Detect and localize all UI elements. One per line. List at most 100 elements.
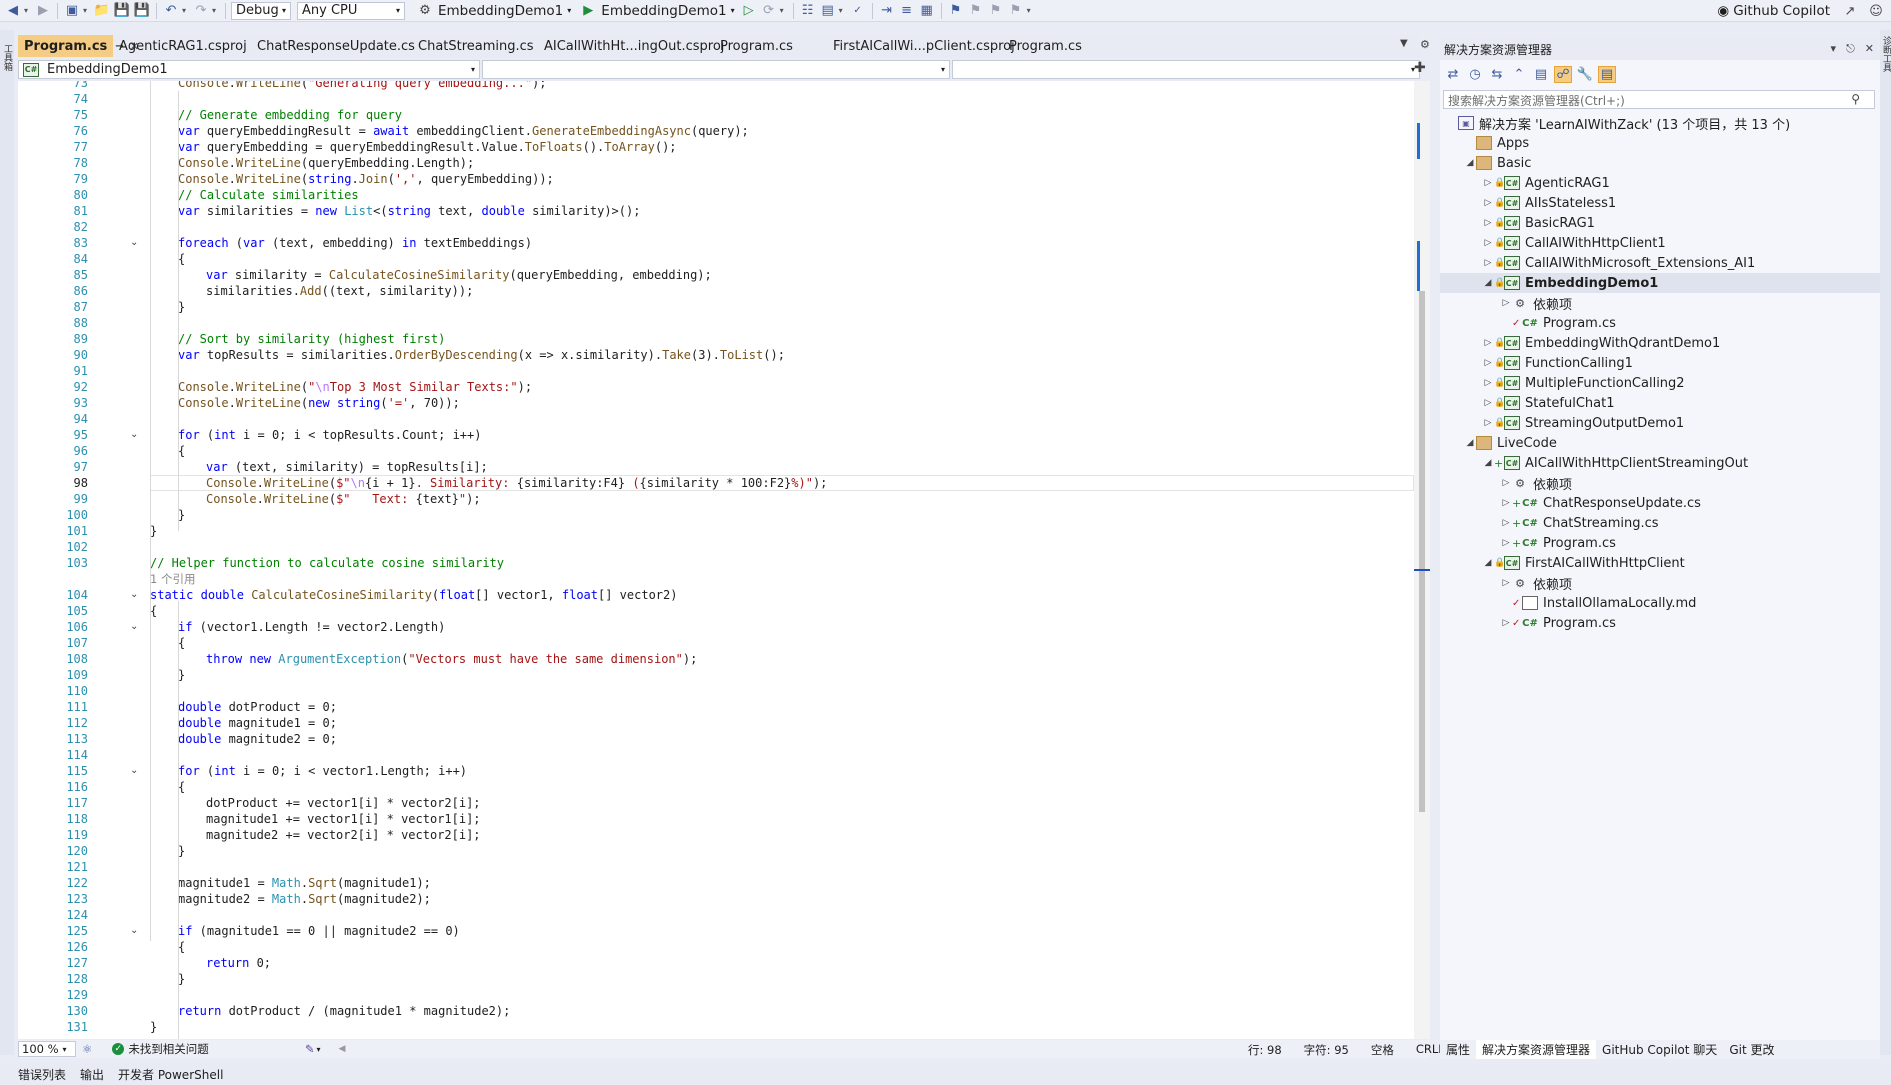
code-line[interactable]: 86 similarities.Add((text, similarity)); xyxy=(18,283,1414,299)
collapsed-icon[interactable]: ▷ xyxy=(1500,538,1512,548)
prev-bookmark-icon[interactable]: ⚑ xyxy=(967,2,985,20)
tree-node[interactable]: ▷ 🔒 C# CallAIWithHttpClient1 xyxy=(1440,233,1880,253)
expanded-icon[interactable]: ◢ xyxy=(1464,438,1476,448)
start-debugging-button[interactable]: ▶ EmbeddingDemo1 ▾ xyxy=(576,2,737,20)
code-line[interactable]: 83 ⌄ foreach (var (text, embedding) in tex… xyxy=(18,235,1414,251)
comment-icon[interactable]: ▦ xyxy=(918,2,936,20)
code-line[interactable]: 77 var queryEmbedding = queryEmbeddingRes… xyxy=(18,139,1414,155)
search-icon[interactable]: ⚲ xyxy=(1851,92,1860,106)
collapsed-icon[interactable]: ▷ xyxy=(1500,478,1512,488)
code-line[interactable]: 114 xyxy=(18,747,1414,763)
code-line[interactable]: 95 ⌄ for (int i = 0; i < topResults.Count;… xyxy=(18,427,1414,443)
back-icon[interactable]: ◀ xyxy=(4,2,22,20)
solution-config-select[interactable]: Debug ▾ xyxy=(231,1,291,20)
editor-tab[interactable]: ChatResponseUpdate.cs xyxy=(251,35,415,57)
spell-check-icon[interactable]: ✓ xyxy=(849,2,867,20)
tree-node[interactable]: ▷ + C# ChatStreaming.cs xyxy=(1440,513,1880,533)
fold-toggle-icon[interactable]: ⌄ xyxy=(130,587,138,603)
codelens-references[interactable]: 1 个引用 xyxy=(150,572,195,586)
code-line[interactable]: 125 ⌄ if (magnitude1 == 0 || magnitude2 ==… xyxy=(18,923,1414,939)
editor-vertical-scrollbar[interactable] xyxy=(1414,81,1430,1039)
code-line[interactable]: 112 double magnitude1 = 0; xyxy=(18,715,1414,731)
collapsed-icon[interactable]: ▷ xyxy=(1482,418,1494,428)
redo-dropdown-icon[interactable]: ▾ xyxy=(212,6,220,15)
tab-settings-icon[interactable]: ⚙ xyxy=(1420,38,1430,51)
hscroll-left-icon[interactable]: ◀ xyxy=(338,1044,345,1054)
code-line[interactable]: 99 Console.WriteLine($" Text: {text}"); xyxy=(18,491,1414,507)
format-icon[interactable]: ≡ xyxy=(898,2,916,20)
properties-icon[interactable]: 🔧 xyxy=(1576,67,1594,82)
code-line[interactable]: 79 Console.WriteLine(string.Join(',', que… xyxy=(18,171,1414,187)
code-editor[interactable]: 73 Console.WriteLine("Generating query em… xyxy=(18,81,1414,1039)
code-line[interactable]: 91 xyxy=(18,363,1414,379)
issues-indicator[interactable]: ✓ 未找到相关问题 xyxy=(112,1041,209,1057)
toolbox-strip[interactable]: 工具箱 xyxy=(0,30,14,1055)
tree-node[interactable]: ▷ + C# Program.cs xyxy=(1440,533,1880,553)
tool-window-tab[interactable]: 输出 xyxy=(80,1066,104,1083)
browse-icon[interactable]: ☷ xyxy=(799,2,817,20)
expanded-icon[interactable]: ◢ xyxy=(1464,158,1476,168)
code-line[interactable]: 111 double dotProduct = 0; xyxy=(18,699,1414,715)
code-line[interactable]: 93 Console.WriteLine(new string('=', 70))… xyxy=(18,395,1414,411)
code-line[interactable]: 110 xyxy=(18,683,1414,699)
tree-node[interactable]: Apps xyxy=(1440,133,1880,153)
code-line[interactable]: 94 xyxy=(18,411,1414,427)
tree-node[interactable]: ▷ 🔒 C# CallAIWithMicrosoft_Extensions_AI1 xyxy=(1440,253,1880,273)
tree-node[interactable]: ✓ C# Program.cs xyxy=(1440,313,1880,333)
tree-node[interactable]: ◢ + C# AICallWithHttpClientStreamingOut xyxy=(1440,453,1880,473)
preview-icon[interactable]: ▤ xyxy=(1598,65,1616,83)
collapsed-icon[interactable]: ▷ xyxy=(1482,258,1494,268)
code-line[interactable]: 108 throw new ArgumentException("Vectors … xyxy=(18,651,1414,667)
save-icon[interactable]: 💾 xyxy=(113,2,131,20)
show-all-files-icon[interactable]: ▤ xyxy=(1532,67,1550,82)
code-line[interactable]: 130 return dotProduct / (magnitude1 * mag… xyxy=(18,1003,1414,1019)
new-item-icon[interactable]: ▣ xyxy=(63,2,81,20)
more-dropdown-icon[interactable]: ▾ xyxy=(1027,6,1035,15)
collapsed-icon[interactable]: ▷ xyxy=(1482,398,1494,408)
code-line[interactable]: 119 magnitude2 += vector2[i] * vector2[i]… xyxy=(18,827,1414,843)
tree-node[interactable]: ▣ 解决方案 'LearnAIWithZack' (13 个项目，共 13 个) xyxy=(1440,113,1880,133)
hot-reload-icon[interactable]: ⟳ xyxy=(760,2,778,20)
expanded-icon[interactable]: ◢ xyxy=(1482,558,1494,568)
editor-tab[interactable]: FirstAICallWi...pClient.csproj xyxy=(827,35,1015,57)
column-indicator[interactable]: 字符: 95 xyxy=(1304,1042,1349,1058)
tree-node[interactable]: ▷ 🔒 C# EmbeddingWithQdrantDemo1 xyxy=(1440,333,1880,353)
panel-tab[interactable]: 属性 xyxy=(1440,1040,1476,1059)
tree-node[interactable]: ▷ 🔒 C# AgenticRAG1 xyxy=(1440,173,1880,193)
code-line[interactable]: 129 xyxy=(18,987,1414,1003)
code-line[interactable]: 123 magnitude2 = Math.Sqrt(magnitude2); xyxy=(18,891,1414,907)
tree-node[interactable]: ▷ 🔒 C# StatefulChat1 xyxy=(1440,393,1880,413)
code-line[interactable]: 101} xyxy=(18,523,1414,539)
expanded-icon[interactable]: ◢ xyxy=(1482,458,1494,468)
code-line[interactable]: 113 double magnitude2 = 0; xyxy=(18,731,1414,747)
tree-node[interactable]: ▷ 🔒 C# FunctionCalling1 xyxy=(1440,353,1880,373)
code-line[interactable]: 98 Console.WriteLine($"\n{i + 1}. Similar… xyxy=(18,475,1414,491)
code-line[interactable]: 122 magnitude1 = Math.Sqrt(magnitude1); xyxy=(18,875,1414,891)
window-position-icon[interactable]: ▾ xyxy=(1831,42,1837,56)
collapsed-icon[interactable]: ▷ xyxy=(1500,498,1512,508)
tree-node[interactable]: ▷ + C# ChatResponseUpdate.cs xyxy=(1440,493,1880,513)
startup-project-select[interactable]: ⚙ EmbeddingDemo1 ▾ xyxy=(413,2,574,20)
code-line[interactable]: 117 dotProduct += vector1[i] * vector2[i]… xyxy=(18,795,1414,811)
code-line[interactable]: 81 var similarities = new List<(string te… xyxy=(18,203,1414,219)
bookmark-icon[interactable]: ⚑ xyxy=(947,2,965,20)
redo-icon[interactable]: ↷ xyxy=(192,2,210,20)
zoom-select[interactable]: 100 % ▾ xyxy=(18,1041,76,1057)
tree-node[interactable]: ▷ ✓ C# Program.cs xyxy=(1440,613,1880,633)
code-line[interactable]: 131} xyxy=(18,1019,1414,1035)
hot-reload-dropdown-icon[interactable]: ▾ xyxy=(780,6,788,15)
tree-node[interactable]: ▷ 🔒 C# StreamingOutputDemo1 xyxy=(1440,413,1880,433)
switch-view-icon[interactable]: ⇄ xyxy=(1444,67,1462,82)
code-line[interactable]: 85 var similarity = CalculateCosineSimila… xyxy=(18,267,1414,283)
clear-bookmarks-icon[interactable]: ⚑ xyxy=(1007,2,1025,20)
code-line[interactable]: 126 { xyxy=(18,939,1414,955)
fold-toggle-icon[interactable]: ⌄ xyxy=(130,619,138,635)
forward-icon[interactable]: ▶ xyxy=(34,2,52,20)
collapsed-icon[interactable]: ▷ xyxy=(1482,378,1494,388)
collapsed-icon[interactable]: ▷ xyxy=(1500,298,1512,308)
fold-toggle-icon[interactable]: ⌄ xyxy=(130,235,138,251)
tree-node[interactable]: ▷ 🔒 C# MultipleFunctionCalling2 xyxy=(1440,373,1880,393)
collapsed-icon[interactable]: ▷ xyxy=(1500,618,1512,628)
tree-node[interactable]: ◢ LiveCode xyxy=(1440,433,1880,453)
whitespace-indicator[interactable]: 空格 xyxy=(1371,1042,1394,1058)
